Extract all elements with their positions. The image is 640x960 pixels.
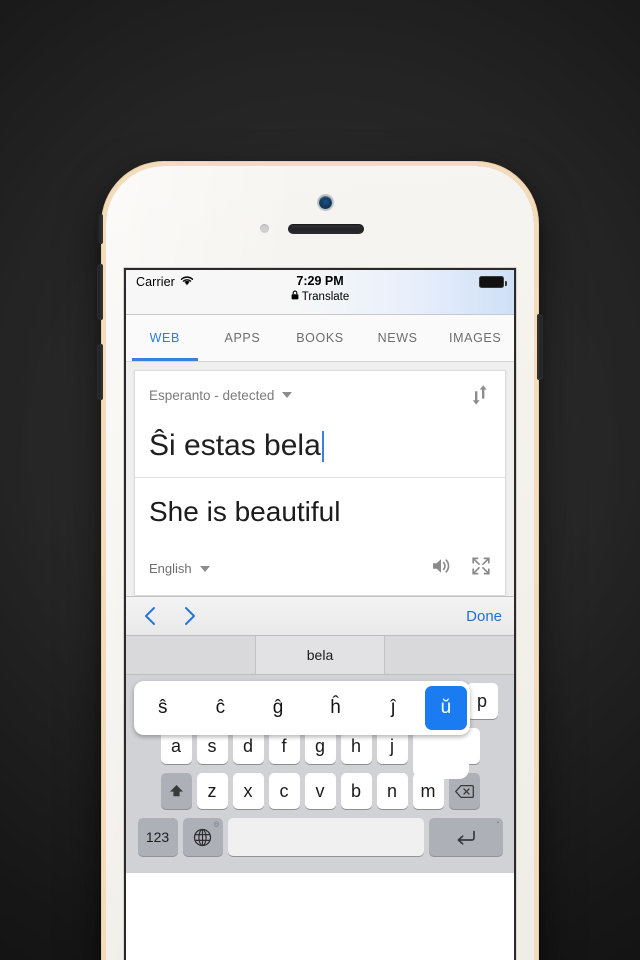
chevron-left-icon[interactable]	[138, 603, 164, 629]
front-camera-icon	[319, 196, 332, 209]
prediction-middle[interactable]: bela	[254, 636, 386, 674]
key-x[interactable]: x	[232, 773, 264, 809]
mute-switch[interactable]	[97, 214, 103, 244]
tab-apps[interactable]: APPS	[204, 315, 282, 361]
accent-option-c-circumflex[interactable]: ĉ	[192, 681, 250, 735]
prediction-right[interactable]	[385, 636, 514, 674]
lock-icon	[291, 290, 299, 303]
tab-web-label: WEB	[149, 331, 180, 345]
volume-up-button[interactable]	[97, 264, 103, 320]
key-z[interactable]: z	[196, 773, 228, 809]
source-language-bar: Esperanto - detected	[135, 371, 505, 413]
tab-books-label: BOOKS	[296, 331, 344, 345]
accent-option-s-circumflex[interactable]: ŝ	[134, 681, 192, 735]
source-language-label[interactable]: Esperanto - detected	[149, 388, 274, 403]
status-bar: Carrier 7:29 PM Translate	[126, 270, 514, 315]
on-screen-keyboard: q w e r t y u i o p a s d f g h	[126, 675, 514, 873]
done-button[interactable]: Done	[466, 608, 502, 625]
tab-news[interactable]: NEWS	[359, 315, 437, 361]
tab-images[interactable]: IMAGES	[436, 315, 514, 361]
prediction-bar: bela	[126, 636, 514, 675]
volume-down-button[interactable]	[97, 344, 103, 400]
key-p[interactable]: p	[466, 683, 498, 719]
power-button[interactable]	[537, 314, 543, 380]
chevron-down-icon[interactable]	[199, 565, 210, 572]
tab-images-label: IMAGES	[449, 331, 502, 345]
return-icon[interactable]: ◔	[428, 818, 503, 856]
prediction-left[interactable]	[126, 636, 255, 674]
clock-label: 7:29 PM	[296, 274, 344, 288]
tab-web[interactable]: WEB	[126, 315, 204, 361]
accent-option-h-circumflex[interactable]: ĥ	[307, 681, 365, 735]
accent-option-g-circumflex[interactable]: ĝ	[249, 681, 307, 735]
earpiece-speaker	[288, 224, 364, 234]
numeric-key[interactable]: 123	[137, 818, 178, 856]
translate-card: Esperanto - detected Ŝi estas bela She i…	[134, 370, 506, 596]
source-text-field[interactable]: Ŝi estas bela	[135, 413, 505, 478]
output-actions	[431, 556, 491, 581]
tab-books[interactable]: BOOKS	[281, 315, 359, 361]
chevron-down-icon[interactable]	[282, 392, 293, 398]
keyboard-row-bottom: 123 ◎ ◔	[129, 818, 511, 856]
tab-news-label: NEWS	[377, 331, 418, 345]
space-key[interactable]	[227, 818, 424, 856]
globe-icon[interactable]: ◎	[182, 818, 223, 856]
battery-full-icon	[479, 276, 507, 288]
proximity-sensor-icon	[260, 224, 269, 233]
globe-badge-icon: ◎	[213, 821, 220, 828]
accent-option-u-breve-selected[interactable]: ŭ	[424, 686, 467, 730]
translate-card-wrapper: Esperanto - detected Ŝi estas bela She i…	[126, 362, 514, 596]
target-language-label[interactable]: English	[149, 561, 192, 576]
key-n[interactable]: n	[376, 773, 408, 809]
shift-icon[interactable]	[160, 773, 192, 809]
text-cursor	[321, 430, 324, 462]
phone-screen: Carrier 7:29 PM Translate WEB APPS BOOKS…	[126, 270, 514, 960]
chevron-right-icon[interactable]	[176, 603, 202, 629]
page-title: Translate	[301, 290, 350, 303]
swap-languages-icon[interactable]	[469, 383, 491, 407]
target-language-bar: English	[135, 538, 505, 595]
translation-output: She is beautiful	[149, 496, 341, 527]
source-text-value: Ŝi estas bela	[149, 429, 321, 462]
key-v[interactable]: v	[304, 773, 336, 809]
accent-option-j-circumflex[interactable]: ĵ	[364, 681, 422, 735]
return-badge-icon: ◔	[495, 820, 500, 827]
key-b[interactable]: b	[340, 773, 372, 809]
accent-popup: ŝ ĉ ĝ ĥ ĵ ŭ	[134, 681, 470, 735]
tab-apps-label: APPS	[224, 331, 261, 345]
status-bar-subtitle: Translate	[126, 290, 514, 303]
tab-bar: WEB APPS BOOKS NEWS IMAGES	[126, 315, 514, 362]
fullscreen-expand-icon[interactable]	[471, 556, 491, 581]
phone-device: Carrier 7:29 PM Translate WEB APPS BOOKS…	[97, 166, 543, 960]
speaker-icon[interactable]	[431, 556, 453, 581]
screenshot-stage: Carrier 7:29 PM Translate WEB APPS BOOKS…	[0, 0, 640, 960]
keyboard-accessory-bar: Done	[126, 596, 514, 636]
key-c[interactable]: c	[268, 773, 300, 809]
